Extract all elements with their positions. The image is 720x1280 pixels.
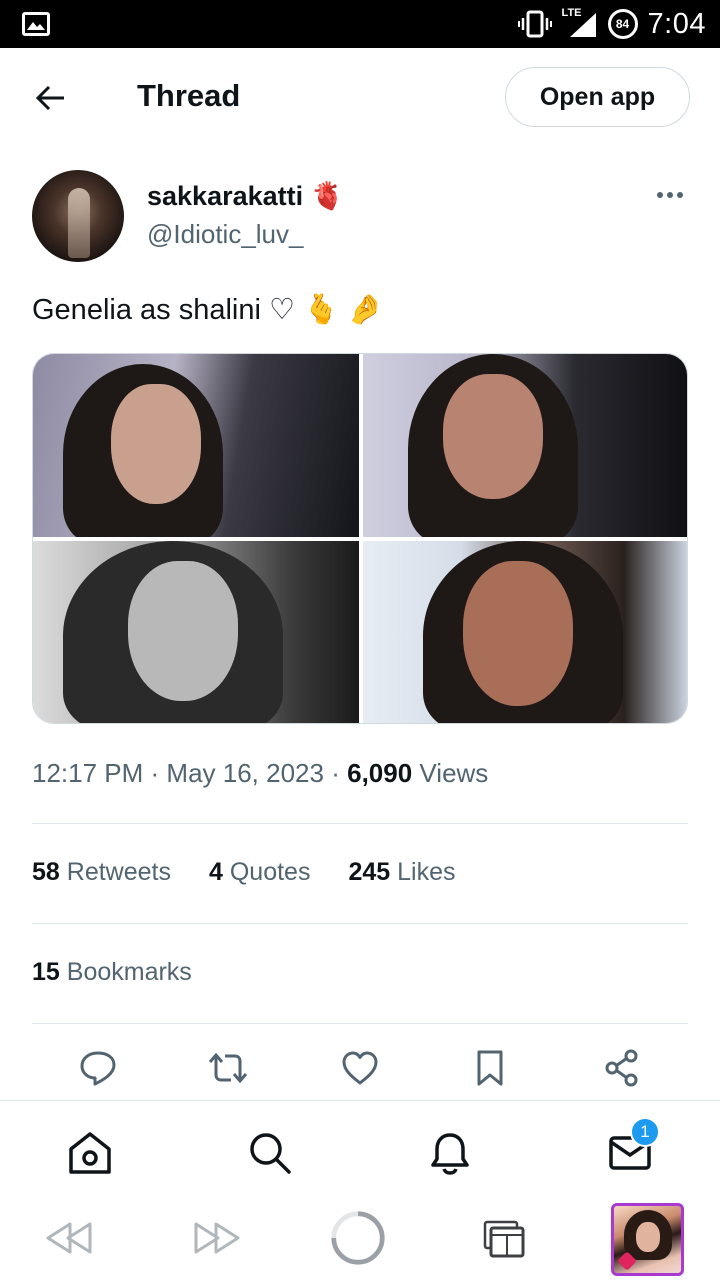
views-label: Views bbox=[419, 758, 489, 788]
retweets-stat[interactable]: 58 Retweets bbox=[32, 858, 171, 887]
likes-stat[interactable]: 245 Likes bbox=[348, 858, 455, 887]
back-button[interactable] bbox=[28, 76, 72, 120]
messages-badge: 1 bbox=[630, 1117, 660, 1147]
likes-count: 245 bbox=[348, 858, 391, 886]
tweet-photo-1[interactable] bbox=[33, 354, 359, 537]
browser-profile-thumbnail[interactable] bbox=[611, 1203, 684, 1276]
bookmarks-stat[interactable]: 15 Bookmarks bbox=[32, 958, 192, 987]
fast-forward-icon bbox=[194, 1222, 240, 1254]
views-count: 6,090 bbox=[347, 758, 413, 788]
page-title: Thread bbox=[137, 78, 241, 113]
tweet-photo-3[interactable] bbox=[33, 541, 359, 723]
quotes-stat[interactable]: 4 Quotes bbox=[209, 858, 310, 887]
more-dot bbox=[677, 192, 683, 198]
avatar-figure bbox=[68, 188, 90, 258]
browser-reload-button[interactable] bbox=[330, 1210, 386, 1266]
more-options-button[interactable] bbox=[652, 180, 688, 210]
tweet-time: 12:17 PM bbox=[32, 758, 144, 788]
separator: · bbox=[331, 758, 348, 788]
photo-face bbox=[463, 561, 573, 706]
bookmark-button[interactable] bbox=[468, 1046, 512, 1090]
tabs-icon bbox=[483, 1220, 525, 1258]
vibrate-icon bbox=[517, 10, 552, 38]
retweets-label: Retweets bbox=[66, 858, 171, 886]
author-avatar[interactable] bbox=[32, 170, 124, 262]
tweet-media-grid bbox=[32, 353, 688, 724]
clock: 7:04 bbox=[647, 7, 706, 40]
bookmark-icon bbox=[477, 1050, 503, 1086]
rewind-icon bbox=[46, 1222, 92, 1254]
notifications-icon bbox=[431, 1133, 469, 1175]
divider bbox=[32, 823, 688, 824]
tweet-text: Genelia as shalini ♡ 🫰 🤌 bbox=[32, 294, 384, 326]
nav-notifications[interactable] bbox=[426, 1129, 474, 1177]
bookmarks-label: Bookmarks bbox=[66, 958, 192, 986]
signal-icon: LTE bbox=[561, 7, 598, 39]
reply-button[interactable] bbox=[76, 1046, 120, 1090]
browser-tabs-button[interactable] bbox=[476, 1210, 532, 1266]
photo-face bbox=[111, 384, 201, 504]
tweet-meta: 12:17 PM · May 16, 2023 · 6,090 Views bbox=[32, 758, 488, 789]
separator: · bbox=[150, 758, 167, 788]
search-icon bbox=[250, 1133, 291, 1174]
status-icons: LTE 84 7:04 bbox=[517, 6, 706, 42]
more-dot bbox=[667, 192, 673, 198]
loading-spinner-icon bbox=[331, 1211, 385, 1265]
browser-forward-button[interactable] bbox=[188, 1210, 244, 1266]
status-bar: LTE 84 7:04 bbox=[0, 0, 720, 48]
home-icon bbox=[69, 1132, 111, 1174]
like-icon bbox=[342, 1051, 378, 1085]
battery-icon: 84 bbox=[607, 9, 638, 39]
author-handle[interactable]: @Idiotic_luv_ bbox=[147, 219, 303, 250]
nav-search[interactable] bbox=[246, 1129, 294, 1177]
bottom-navigation: 1 bbox=[0, 1100, 720, 1198]
likes-label: Likes bbox=[397, 858, 456, 886]
retweet-icon bbox=[208, 1052, 248, 1084]
retweets-count: 58 bbox=[32, 858, 60, 886]
photo-face bbox=[443, 374, 543, 499]
author-name[interactable]: sakkarakatti 🫀 bbox=[147, 180, 344, 212]
tweet-photo-4[interactable] bbox=[363, 541, 687, 723]
tweet-photo-2[interactable] bbox=[363, 354, 687, 537]
bookmarks-count: 15 bbox=[32, 958, 60, 986]
share-button[interactable] bbox=[600, 1046, 644, 1090]
browser-back-button[interactable] bbox=[42, 1210, 98, 1266]
open-app-button[interactable]: Open app bbox=[505, 67, 690, 127]
share-icon bbox=[605, 1049, 638, 1087]
reply-icon bbox=[80, 1051, 116, 1086]
quotes-label: Quotes bbox=[229, 858, 311, 886]
network-type: LTE bbox=[561, 7, 582, 19]
more-dot bbox=[657, 192, 663, 198]
gallery-notification-icon bbox=[22, 12, 50, 36]
engagement-stats: 58 Retweets 4 Quotes 245 Likes bbox=[32, 858, 494, 887]
quotes-count: 4 bbox=[208, 858, 223, 886]
photo-face bbox=[128, 561, 238, 701]
thread-header: Thread Open app bbox=[0, 48, 720, 146]
browser-toolbar bbox=[0, 1198, 720, 1280]
thumbnail-face bbox=[636, 1222, 660, 1252]
nav-home[interactable] bbox=[66, 1129, 114, 1177]
divider bbox=[32, 923, 688, 924]
like-button[interactable] bbox=[338, 1046, 382, 1090]
arrow-left-icon bbox=[35, 85, 64, 111]
tweet-actions bbox=[32, 1046, 688, 1092]
divider bbox=[32, 1023, 688, 1024]
tweet-date: May 16, 2023 bbox=[166, 758, 324, 788]
retweet-button[interactable] bbox=[206, 1046, 250, 1090]
